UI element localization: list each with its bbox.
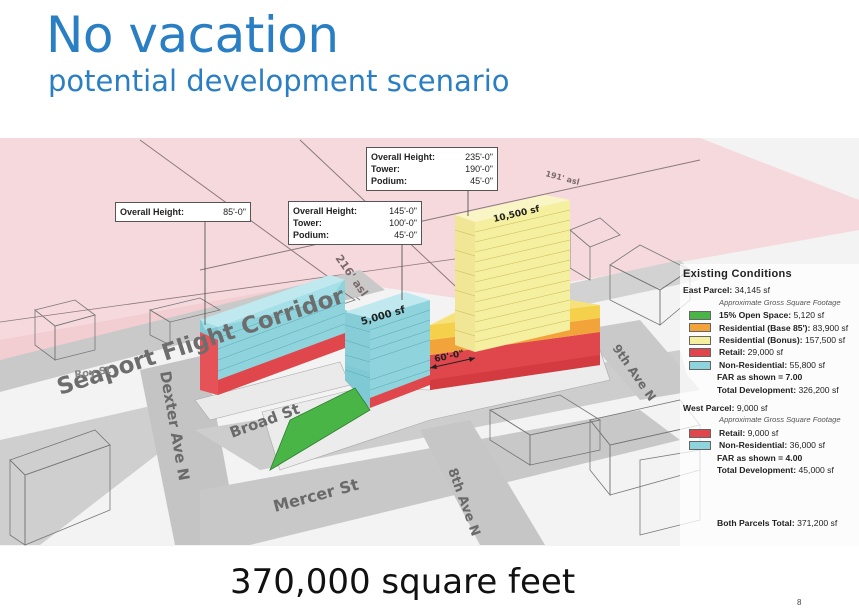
legend-item-retail-east: Retail: 29,000 sf [683, 346, 859, 358]
west-total: Total Development: 45,000 sf [717, 465, 834, 476]
legend-item-nonres-east: Non-Residential: 55,800 sf [683, 359, 859, 371]
legend: Existing Conditions East Parcel: 34,145 … [683, 268, 859, 529]
swatch-retail-west [689, 428, 711, 438]
east-total: Total Development: 326,200 sf [717, 384, 839, 395]
swatch-retail-east [689, 348, 711, 358]
legend-item-retail-west: Retail: 9,000 sf [683, 427, 859, 439]
east-parcel-line: East Parcel: 34,145 sf [683, 285, 770, 296]
swatch-open-space [689, 310, 711, 320]
callout-right: Overall Height: 235'-0" Tower: 190'-0" Pod… [366, 147, 498, 191]
east-note: Approximate Gross Square Footage [719, 297, 841, 307]
west-far: FAR as shown = 4.00 [717, 452, 803, 463]
slide-number: 8 [797, 598, 802, 607]
legend-item-res-bonus: Residential (Bonus): 157,500 sf [683, 334, 859, 346]
swatch-res-bonus [689, 335, 711, 345]
west-note: Approximate Gross Square Footage [719, 415, 841, 425]
footer-total: 370,000 square feet [230, 562, 576, 602]
west-parcel-line: West Parcel: 9,000 sf [683, 403, 768, 414]
legend-item-open-space: 15% Open Space: 5,120 sf [683, 309, 859, 321]
callout-mid: Overall Height: 145'-0" Tower: 100'-0" Pod… [288, 201, 422, 245]
callout-left: Overall Height: 85'-0" [115, 202, 251, 222]
swatch-res-base [689, 323, 711, 333]
legend-item-res-base: Residential (Base 85'): 83,900 sf [683, 322, 859, 334]
both-parcels-total: Both Parcels Total: 371,200 sf [717, 517, 838, 528]
swatch-nonres-west [689, 440, 711, 450]
legend-heading: Existing Conditions [683, 268, 792, 280]
swatch-nonres-east [689, 360, 711, 370]
legend-item-nonres-west: Non-Residential: 36,000 sf [683, 439, 859, 451]
east-far: FAR as shown = 7.00 [717, 372, 803, 383]
